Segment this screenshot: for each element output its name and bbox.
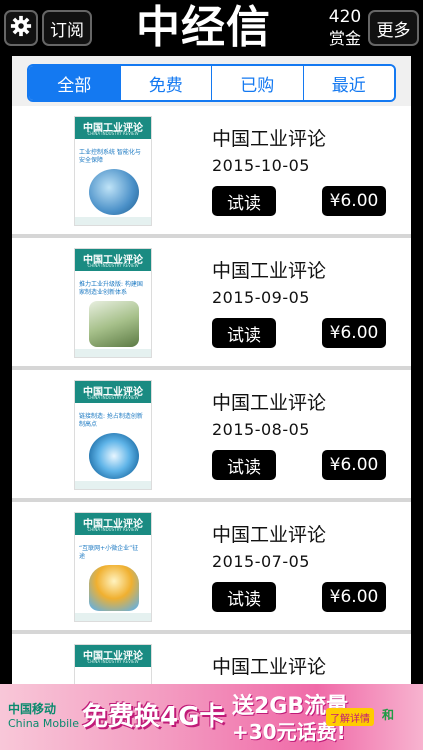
buy-button[interactable]: ¥6.00 [322, 582, 386, 612]
cover-art [89, 565, 139, 611]
cover-subtitle: CHINA INDUSTRY REVIEW [87, 659, 139, 664]
issue-title: 中国工业评论 [212, 524, 327, 546]
issue-title: 中国工业评论 [212, 656, 327, 678]
subscribe-button[interactable]: 订阅 [42, 10, 92, 46]
issue-date: 2015-07-05 [212, 552, 310, 571]
gold-amount: 420 [328, 7, 362, 27]
issue-row[interactable]: 中国工业评论 CHINA INDUSTRY REVIEW 推力工业升级版: 构建… [12, 238, 411, 366]
cover-tagline: “互联网+小微企业”征途 [79, 545, 139, 560]
preview-button[interactable]: 试读 [212, 186, 276, 216]
issue-date: 2015-09-05 [212, 288, 310, 307]
settings-button[interactable] [4, 10, 38, 46]
issue-title: 中国工业评论 [212, 260, 327, 282]
cover-footer [75, 349, 151, 357]
ad-banner[interactable]: 中国移动 China Mobile 免费换4G卡 送2GB流量 +30元话费! … [0, 684, 423, 750]
more-button[interactable]: 更多 [368, 10, 419, 46]
preview-button[interactable]: 试读 [212, 582, 276, 612]
tab-purchased[interactable]: 已购 [211, 66, 303, 100]
cover-subtitle: CHINA INDUSTRY REVIEW [87, 131, 139, 136]
issue-cover[interactable]: 中国工业评论 CHINA INDUSTRY REVIEW 链接制造: 抢占制造创… [74, 380, 152, 490]
issue-cover[interactable]: 中国工业评论 CHINA INDUSTRY REVIEW 推力工业升级版: 构建… [74, 248, 152, 358]
ad-detail-button[interactable]: 了解详情 [326, 708, 374, 726]
issue-date: 2015-10-05 [212, 156, 310, 175]
cover-footer [75, 613, 151, 621]
gear-icon [10, 15, 32, 42]
issue-list: 中国工业评论 CHINA INDUSTRY REVIEW 工业控制系统 智能化与… [12, 106, 411, 750]
ad-headline: 免费换4G卡 [82, 702, 226, 732]
filter-bar: 全部 免费 已购 最近 [12, 56, 411, 106]
cover-footer [75, 217, 151, 225]
cover-art [89, 301, 139, 347]
buy-button[interactable]: ¥6.00 [322, 186, 386, 216]
ad-brand-cn: 中国移动 [8, 702, 57, 716]
issue-cover[interactable]: 中国工业评论 CHINA INDUSTRY REVIEW “互联网+小微企业”征… [74, 512, 152, 622]
cover-subtitle: CHINA INDUSTRY REVIEW [87, 527, 139, 532]
cover-tagline: 推力工业升级版: 构建国家制造业创新体系 [79, 281, 143, 296]
cover-art [89, 169, 139, 215]
and-logo: 和 [382, 708, 395, 722]
tab-recent[interactable]: 最近 [302, 66, 394, 100]
issue-row[interactable]: 中国工业评论 CHINA INDUSTRY REVIEW “互联网+小微企业”征… [12, 502, 411, 630]
issue-row[interactable]: 中国工业评论 CHINA INDUSTRY REVIEW 工业控制系统 智能化与… [12, 106, 411, 234]
issue-title: 中国工业评论 [212, 392, 327, 414]
tab-free[interactable]: 免费 [119, 66, 211, 100]
issue-cover[interactable]: 中国工业评论 CHINA INDUSTRY REVIEW 工业控制系统 智能化与… [74, 116, 152, 226]
content-panel: 全部 免费 已购 最近 中国工业评论 CHINA INDUSTRY REVIEW… [12, 56, 411, 750]
gold-label: 赏金 [328, 29, 361, 48]
ad-brand-en: China Mobile [8, 717, 80, 730]
preview-button[interactable]: 试读 [212, 450, 276, 480]
tab-all[interactable]: 全部 [29, 66, 120, 100]
top-bar: 订阅 中经信 420 赏金 更多 [0, 0, 423, 56]
buy-button[interactable]: ¥6.00 [322, 450, 386, 480]
cover-art [89, 433, 139, 479]
gold-balance: 420 赏金 [324, 6, 366, 50]
app-logo: 中经信 [136, 2, 271, 53]
cover-footer [75, 481, 151, 489]
cover-subtitle: CHINA INDUSTRY REVIEW [87, 395, 139, 400]
cover-tagline: 工业控制系统 智能化与安全保障 [79, 149, 141, 164]
issue-date: 2015-08-05 [212, 420, 310, 439]
segmented-control: 全部 免费 已购 最近 [27, 64, 396, 102]
cover-subtitle: CHINA INDUSTRY REVIEW [87, 263, 139, 268]
issue-title: 中国工业评论 [212, 128, 327, 150]
issue-row[interactable]: 中国工业评论 CHINA INDUSTRY REVIEW 链接制造: 抢占制造创… [12, 370, 411, 498]
preview-button[interactable]: 试读 [212, 318, 276, 348]
ad-brand: 中国移动 China Mobile [8, 702, 79, 731]
buy-button[interactable]: ¥6.00 [322, 318, 386, 348]
cover-tagline: 链接制造: 抢占制造创新制高点 [79, 413, 143, 428]
